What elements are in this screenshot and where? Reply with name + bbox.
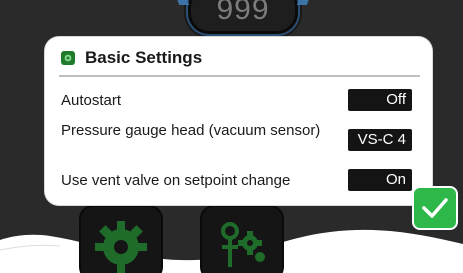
dialog-title: Basic Settings: [85, 48, 203, 67]
pressure-gauge-value-field[interactable]: VS-C 4: [348, 129, 412, 151]
checkmark-icon: [422, 198, 448, 218]
divider: [59, 75, 420, 77]
counter-display: 999: [174, 0, 312, 34]
valve-settings-tile-button[interactable]: [200, 205, 284, 273]
vent-valve-value-field[interactable]: On: [348, 169, 412, 191]
valve-settings-icon: [221, 222, 265, 267]
basic-settings-dialog: Basic Settings Autostart Off Pressure ga…: [45, 37, 432, 205]
settings-tile-button[interactable]: [79, 205, 163, 273]
gear-icon: [95, 221, 147, 273]
setting-label: Use vent valve on setpoint change: [61, 172, 291, 189]
gear-icon: [61, 51, 75, 65]
dialog-header: Basic Settings: [61, 47, 202, 69]
setting-row-pressure-gauge: Pressure gauge head (vacuum sensor) VS-C…: [61, 121, 412, 161]
autostart-value-field[interactable]: Off: [348, 89, 412, 111]
setting-label: Pressure gauge head (vacuum sensor): [61, 122, 321, 139]
confirm-button[interactable]: [412, 186, 458, 230]
setting-row-autostart: Autostart Off: [61, 89, 412, 111]
setting-row-vent-valve: Use vent valve on setpoint change On: [61, 169, 412, 191]
device-screen: 999 Basic Settings Autostart Off Pressur…: [0, 0, 463, 273]
counter-value: 999: [216, 0, 270, 26]
setting-label: Autostart: [61, 92, 122, 109]
